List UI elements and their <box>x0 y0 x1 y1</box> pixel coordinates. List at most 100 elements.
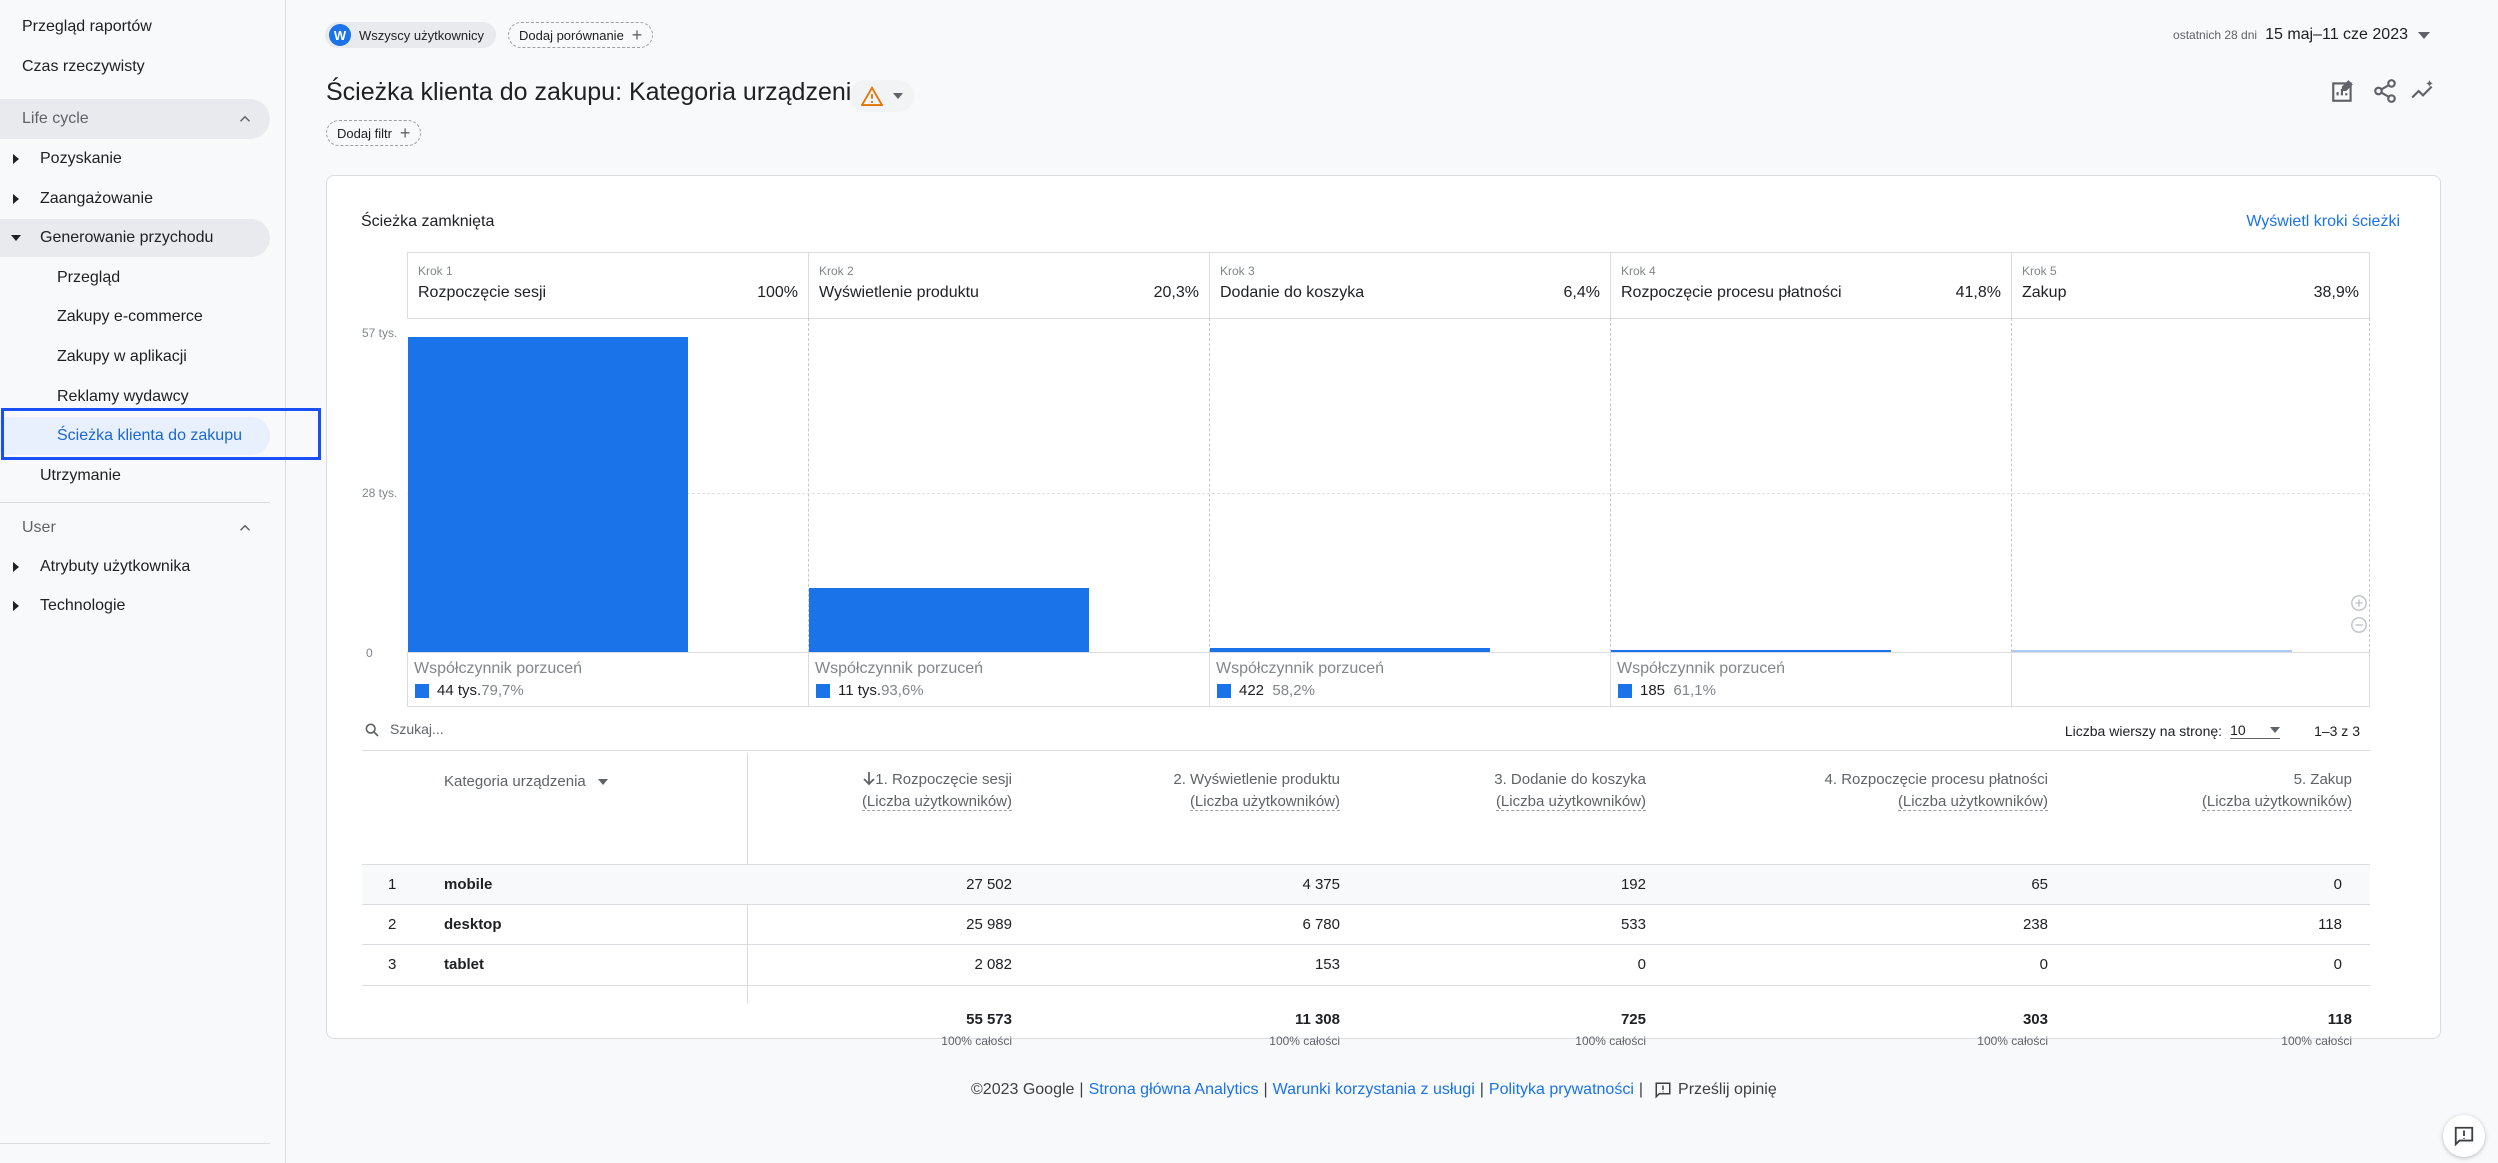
warning-dropdown[interactable] <box>850 80 914 112</box>
zoom-in-icon[interactable] <box>2350 594 2368 612</box>
column-title: 4. Rozpoczęcie procesu płatności <box>1824 771 2048 788</box>
sidebar-item-overview[interactable]: Przegląd <box>57 269 120 287</box>
funnel-bar-step-2[interactable] <box>809 587 1089 652</box>
row-dimension: tablet <box>444 956 485 973</box>
step-header-2: Krok 2 Wyświetlenie produktu 20,3% <box>808 252 1209 318</box>
dimension-header[interactable]: Kategoria urządzenia <box>444 773 608 790</box>
feedback-button[interactable] <box>2443 1115 2485 1157</box>
sidebar-section-user[interactable]: User <box>0 508 270 548</box>
caret-right-icon <box>13 154 19 164</box>
dropoff-5 <box>2011 652 2370 707</box>
pagination-controls: Liczba wierszy na stronę: 10 1–3 z 3 <box>2065 722 2360 739</box>
column-header-step-3[interactable]: 3. Dodanie do koszyka (Liczba użytkownikó… <box>1494 769 1646 813</box>
sidebar-item-reports-overview[interactable]: Przegląd raportów <box>22 18 152 36</box>
column-header-step-1[interactable]: 1. Rozpoczęcie sesji (Liczba użytkowników… <box>861 769 1012 813</box>
step-number: Krok 3 <box>1220 264 1255 278</box>
dropoff-1: Współczynnik porzuceń 44 tys.79,7% <box>407 652 808 707</box>
group-label: Technologie <box>40 597 126 614</box>
date-range-picker[interactable]: ostatnich 28 dni 15 maj–11 cze 2023 <box>2173 26 2430 44</box>
customize-report-icon[interactable] <box>2330 78 2356 104</box>
sidebar-group-retention[interactable]: Utrzymanie <box>0 457 270 495</box>
plus-icon: + <box>631 25 643 45</box>
group-label: Generowanie przychodu <box>40 229 214 246</box>
sidebar-group-technology[interactable]: Technologie <box>0 587 270 625</box>
dropoff-value: 44 tys.79,7% <box>437 682 524 699</box>
column-header-step-4[interactable]: 4. Rozpoczęcie procesu płatności (Liczba … <box>1825 769 2048 813</box>
date-range-prefix: ostatnich 28 dni <box>2173 28 2258 42</box>
sidebar-item-ecommerce[interactable]: Zakupy e-commerce <box>57 308 203 326</box>
divider <box>0 1143 270 1144</box>
date-range-value: 15 maj–11 cze 2023 <box>2265 26 2408 43</box>
sidebar-section-lifecycle[interactable]: Life cycle <box>0 99 270 139</box>
dropoff-rate: 93,6% <box>881 682 924 699</box>
footer-link-terms[interactable]: Warunki korzystania z usługi <box>1273 1081 1475 1099</box>
sidebar-item-inapp[interactable]: Zakupy w aplikacji <box>57 348 187 366</box>
table-cell: 238 <box>2022 916 2048 933</box>
send-feedback-link[interactable]: Prześlij opinię <box>1678 1081 1777 1099</box>
group-label: Atrybuty użytkownika <box>40 558 191 575</box>
legend-swatch <box>816 684 830 698</box>
sidebar-item-realtime[interactable]: Czas rzeczywisty <box>22 58 145 76</box>
add-comparison-button[interactable]: Dodaj porównanie + <box>508 22 654 48</box>
sidebar-group-acquisition[interactable]: Pozyskanie <box>0 140 270 178</box>
footer-link-privacy[interactable]: Polityka prywatności <box>1489 1081 1634 1099</box>
total-value: 303 <box>2022 1011 2048 1028</box>
separator: | <box>1638 1081 1644 1098</box>
sidebar-group-engagement[interactable]: Zaangażowanie <box>0 180 270 218</box>
funnel-title: Ścieżka zamknięta <box>361 213 495 230</box>
row-index: 3 <box>388 956 397 973</box>
total-step-5: 118 100% całości <box>2281 1011 2352 1048</box>
feedback-icon <box>1655 1082 1671 1099</box>
dropoff-rate: 61,1% <box>1673 682 1716 699</box>
share-icon[interactable] <box>2372 78 2398 104</box>
caret-down-icon <box>2270 727 2281 733</box>
column-header-step-5[interactable]: 5. Zakup (Liczba użytkowników) <box>2201 769 2352 813</box>
step-header-1: Krok 1 Rozpoczęcie sesji 100% <box>407 252 808 318</box>
column-title: 3. Dodanie do koszyka <box>1494 771 1646 788</box>
total-value: 55 573 <box>966 1011 1012 1028</box>
sidebar-group-user-attributes[interactable]: Atrybuty użytkownika <box>0 548 270 586</box>
dropoff-value: 422 58,2% <box>1239 682 1315 699</box>
insights-icon[interactable] <box>2410 78 2436 104</box>
dropoff-rate: 79,7% <box>481 682 524 699</box>
sidebar-item-publisher-ads[interactable]: Reklamy wydawcy <box>57 388 189 406</box>
sidebar-group-monetization[interactable]: Generowanie przychodu <box>0 219 270 257</box>
dropoff-count: 11 tys. <box>838 682 882 699</box>
footer-link-home[interactable]: Strona główna Analytics <box>1089 1081 1259 1099</box>
dropoff-4: Współczynnik porzuceń 185 61,1% <box>1610 652 2011 707</box>
footer: ©2023 Google | Strona główna Analytics |… <box>971 1081 1777 1099</box>
separator: | <box>1479 1081 1484 1098</box>
caret-right-icon <box>13 562 19 572</box>
search-input[interactable]: Szukaj... <box>390 721 444 737</box>
step-separator <box>1209 318 1210 652</box>
step-name: Zakup <box>2022 284 2067 301</box>
add-filter-button[interactable]: Dodaj filtr + <box>326 120 422 146</box>
caret-down-icon <box>597 778 608 785</box>
step-name: Dodanie do koszyka <box>1220 284 1365 301</box>
view-steps-link[interactable]: Wyświetl kroki ścieżki <box>2246 213 2400 231</box>
step-percent: 38,9% <box>2313 284 2359 301</box>
zoom-out-icon[interactable] <box>2350 616 2368 634</box>
group-label: Utrzymanie <box>40 467 121 484</box>
step-name: Rozpoczęcie procesu płatności <box>1621 284 1842 301</box>
step-name: Rozpoczęcie sesji <box>418 284 547 301</box>
y-tick-label: 0 <box>366 646 373 660</box>
total-share: 100% całości <box>1977 1034 2048 1048</box>
table-cell: 192 <box>1620 876 1646 893</box>
dropoff-label: Współczynnik porzuceń <box>1216 660 1385 677</box>
segment-chip[interactable]: W Wszyscy użytkownicy <box>325 22 496 48</box>
column-header-step-2[interactable]: 2. Wyświetlenie produktu (Liczba użytkown… <box>1173 769 1340 813</box>
table-row: 1 mobile 27 502 4 375 192 65 0 <box>362 864 2370 905</box>
total-share: 100% całości <box>941 1034 1012 1048</box>
total-share: 100% całości <box>1269 1034 1340 1048</box>
funnel-bar-step-1[interactable] <box>408 337 688 652</box>
rows-per-page-select[interactable]: 10 <box>2230 722 2281 739</box>
step-separator <box>2011 318 2012 652</box>
feedback-icon <box>2454 1126 2474 1147</box>
table-cell: 153 <box>1314 956 1340 973</box>
total-step-1: 55 573 100% całości <box>941 1011 1012 1048</box>
step-header-3: Krok 3 Dodanie do koszyka 6,4% <box>1209 252 1610 318</box>
funnel-card: Ścieżka zamknięta Wyświetl kroki ścieżki… <box>326 175 2441 1048</box>
column-subtitle: (Liczba użytkowników) <box>1495 793 1646 811</box>
section-label: User <box>22 519 56 536</box>
